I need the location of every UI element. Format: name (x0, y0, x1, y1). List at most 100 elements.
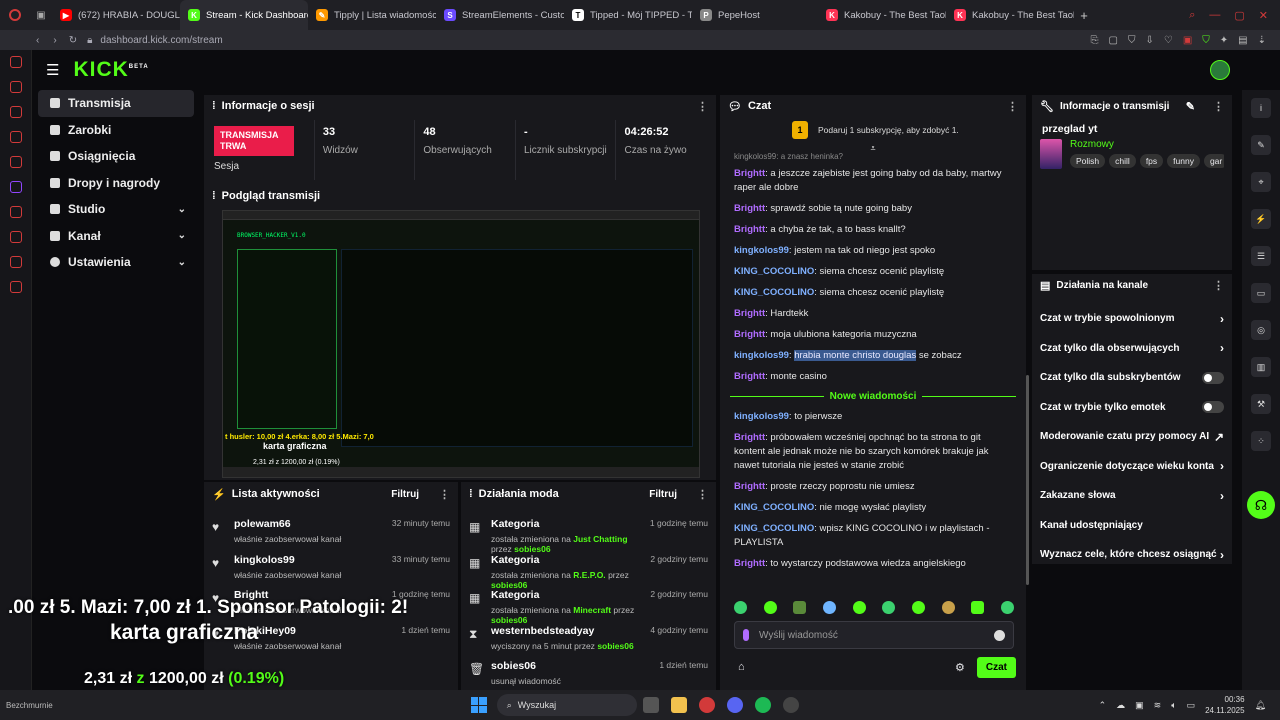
chat-message[interactable]: Brightt: moja ulubiona kategoria muzyczn… (720, 324, 1026, 345)
channel-action-item[interactable]: Ograniczenie dotyczące wieku konta › (1032, 452, 1232, 482)
heart-rail-icon[interactable] (9, 256, 22, 268)
channel-action-item[interactable]: Moderowanie czatu przy pomocy AI ↗ (1032, 422, 1232, 452)
chat-message[interactable]: Brightt: a chyba że tak, a to bass knall… (720, 219, 1026, 240)
volume-icon[interactable]: 🔈︎ (1171, 700, 1176, 711)
emote-icon[interactable] (793, 601, 807, 614)
activity-user[interactable]: polewam66 (234, 518, 382, 530)
chat-username[interactable]: KING_COCOLINO (734, 523, 814, 534)
mod-filter-button[interactable]: Filtruj (649, 489, 677, 500)
box-icon[interactable] (9, 231, 22, 243)
notification-icon[interactable]: 🔔︎ (1255, 700, 1266, 711)
activity-item[interactable]: ♥ polewam66 właśnie zaobserwował kanał 32 m… (204, 518, 458, 554)
mic-icon[interactable] (743, 629, 749, 641)
chat-send-button[interactable]: Czat (976, 656, 1016, 678)
chat-message[interactable]: KING_COCOLINO: wpisz KING COCOLINO i w p… (720, 518, 1026, 553)
browser-menu-icon[interactable] (0, 0, 30, 30)
avatar[interactable] (1210, 60, 1230, 80)
chat-username[interactable]: KING_COCOLINO (734, 266, 814, 277)
chat-scrollbar[interactable] (1026, 375, 1029, 585)
chat-message[interactable]: Brightt: monte casino (720, 366, 1026, 387)
nav-item-transmisja[interactable]: Transmisja (38, 90, 194, 117)
chat-username[interactable]: Brightt (734, 203, 765, 214)
clock-icon[interactable] (9, 206, 22, 218)
hamburger-icon[interactable]: ☰ (46, 61, 59, 79)
notes-icon[interactable] (9, 131, 22, 143)
maximize-icon[interactable]: ▢ (1234, 9, 1244, 22)
menu-icon[interactable]: ▣ (1183, 35, 1192, 46)
mod-action-item[interactable]: ▦ Kategoria została zmieniona na R.E.P.O. … (461, 554, 716, 590)
toggle-switch[interactable] (1202, 371, 1224, 384)
chat-message[interactable]: kingkolos99: hrabia monte christo dougla… (720, 345, 1026, 366)
channel-action-item[interactable]: Zakazane słowa › (1032, 481, 1232, 511)
chat-username[interactable]: Brightt (734, 224, 765, 235)
wallet-icon[interactable] (9, 106, 22, 118)
gift-icon[interactable]: ⌂ (738, 661, 745, 673)
stream-preview[interactable]: BROWSER_HACKER_V1.0 t husler: 10,00 zł 4… (222, 210, 700, 478)
mod-action-item[interactable]: ▦ Kategoria została zmieniona na Minecraft… (461, 589, 716, 625)
minimize-icon[interactable]: — (1209, 9, 1220, 22)
new-tab-button[interactable]: + (1074, 8, 1094, 23)
channel-action-item[interactable]: Czat tylko dla obserwujących › (1032, 334, 1232, 364)
download-tray-icon[interactable]: ⇣ (1258, 35, 1266, 46)
nav-item-studio[interactable]: Studio ⌄ (38, 196, 194, 223)
browser-tab[interactable]: T Tipped - Mój TIPPED - Ti (564, 0, 692, 30)
edit-icon[interactable]: ✎ (1186, 100, 1195, 113)
chat-message[interactable]: Brightt: sprawdź sobie tą nute going bab… (720, 198, 1026, 219)
settings-rail-icon[interactable] (9, 281, 22, 293)
chat-username[interactable]: kingkolos99 (734, 350, 789, 361)
battery-icon[interactable]: ▭ (1187, 700, 1196, 711)
chat-username[interactable]: Brightt (734, 329, 765, 340)
broadcast-tool-icon[interactable]: ◎ (1251, 320, 1271, 340)
emote-icon[interactable] (941, 601, 955, 614)
toggle-switch[interactable] (1202, 401, 1224, 414)
folder-icon[interactable] (670, 697, 687, 713)
chat-message[interactable]: kingkolos99: jestem na tak od niego jest… (720, 240, 1026, 261)
chat-username[interactable]: Brightt (734, 432, 765, 443)
emoji-icon[interactable] (994, 629, 1005, 641)
support-icon[interactable]: ☊ (1247, 491, 1275, 519)
browser-tab[interactable]: ▶ (672) HRABIA - DOUGLAS (52, 0, 180, 30)
more-icon[interactable]: ⋮ (1213, 100, 1224, 113)
back-icon[interactable]: ‹ (36, 35, 39, 46)
tag-chip[interactable]: chill (1109, 154, 1136, 168)
reload-icon[interactable]: ↻ (69, 35, 77, 46)
heart-icon[interactable]: ♡ (1164, 35, 1173, 46)
scroll-indicator-icon[interactable]: ⩡ (720, 143, 1026, 153)
tray-chevron-icon[interactable]: ⌃ (1099, 700, 1107, 711)
activity-user[interactable]: kingkolos99 (234, 554, 382, 566)
browser-tab[interactable]: ✎ Tipply | Lista wiadomości (308, 0, 436, 30)
nav-item-ustawienia[interactable]: Ustawienia ⌄ (38, 249, 194, 276)
bolt-icon[interactable]: ⚡ (1251, 209, 1271, 229)
kick-logo[interactable]: KICKBETA (73, 58, 148, 82)
tag-chip[interactable]: Polish (1070, 154, 1106, 168)
grip-icon[interactable]: ⁞ (212, 190, 216, 202)
activity-item[interactable]: ♥ kingkolos99 właśnie zaobserwował kanał 33… (204, 554, 458, 590)
grip-icon[interactable]: ⁞ (212, 100, 216, 112)
chat-input[interactable]: Wyślij wiadomość (734, 621, 1014, 649)
chat-message[interactable]: Brightt: proste rzeczy poprostu nie umie… (720, 476, 1026, 497)
emote-icon[interactable] (1000, 601, 1014, 614)
channel-action-item[interactable]: Czat tylko dla subskrybentów (1032, 363, 1232, 393)
tag-chip[interactable]: gar (1203, 154, 1224, 168)
edit-tool-icon[interactable]: ✎ (1251, 135, 1271, 155)
wrench-tool-icon[interactable]: ⚒ (1251, 394, 1271, 414)
url-field[interactable]: dashboard.kick.com/stream (100, 35, 222, 46)
nav-item-zarobki[interactable]: Zarobki (38, 117, 194, 144)
browser-tab[interactable]: K Kakobuy - The Best Taob (946, 0, 1074, 30)
shield-icon[interactable]: ⛉ (1128, 35, 1136, 46)
channel-action-item[interactable]: Czat w trybie spowolnionym › (1032, 304, 1232, 334)
gear-icon[interactable]: ⚙︎ (955, 661, 965, 674)
chat-username[interactable]: Brightt (734, 308, 765, 319)
obs-icon[interactable] (782, 697, 799, 713)
weather-label[interactable]: Bezchmurnie (6, 701, 53, 710)
apps-icon[interactable]: ⁘ (1251, 431, 1271, 451)
activity-filter-button[interactable]: Filtruj (391, 489, 419, 500)
emote-icon[interactable] (852, 601, 866, 614)
nav-item-osiagniecia[interactable]: Osiągnięcia (38, 143, 194, 170)
emote-icon[interactable] (734, 601, 747, 614)
info-icon[interactable]: i (1251, 98, 1271, 118)
chat-username[interactable]: kingkolos99 (734, 411, 789, 422)
nav-item-kanal[interactable]: Kanał ⌄ (38, 223, 194, 250)
channel-action-item[interactable]: Czat w trybie tylko emotek (1032, 393, 1232, 423)
browser-tab[interactable]: P PepeHost (692, 0, 812, 30)
